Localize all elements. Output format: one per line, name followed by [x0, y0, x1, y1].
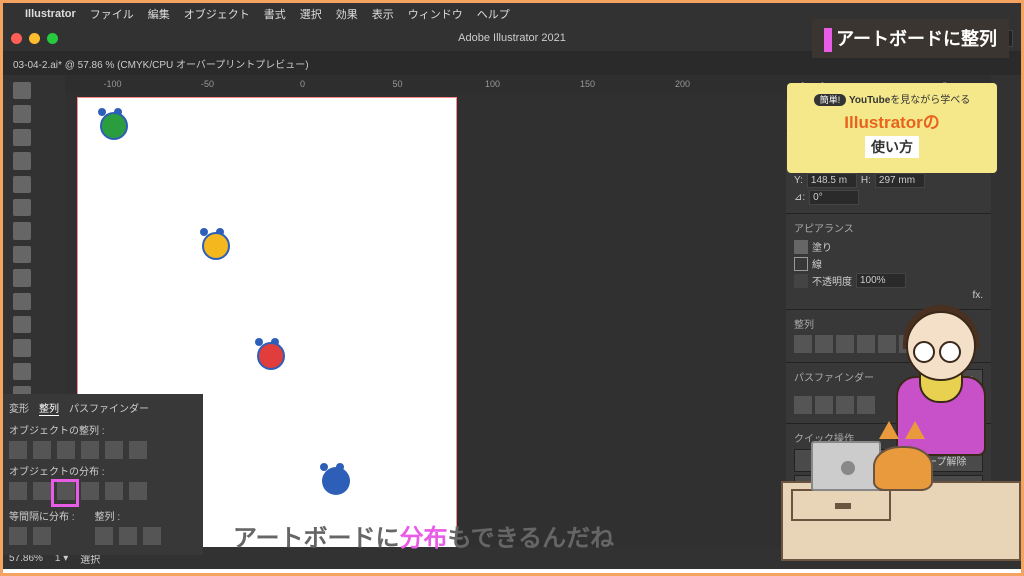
align-bottom-icon[interactable]	[129, 441, 147, 459]
app-name[interactable]: Illustrator	[25, 8, 76, 20]
selection-tool[interactable]	[13, 82, 31, 99]
menu-effect[interactable]: 効果	[336, 6, 358, 22]
menu-view[interactable]: 表示	[372, 6, 394, 22]
dist-hleft-icon[interactable]	[81, 482, 99, 500]
menu-object[interactable]: オブジェクト	[184, 6, 250, 22]
align-to-key-icon[interactable]	[119, 527, 137, 545]
menu-edit[interactable]: 編集	[148, 6, 170, 22]
ruler-mark: 150	[540, 79, 635, 89]
fill-swatch[interactable]	[794, 240, 808, 254]
video-title-text: アートボードに整列	[836, 29, 997, 49]
card-tag: 使い方	[865, 136, 919, 158]
ruler-mark: 200	[635, 79, 730, 89]
close-icon[interactable]	[11, 33, 22, 44]
card-youtube: YouTube	[849, 95, 890, 106]
distribute-objects-label: オブジェクトの分布 :	[9, 463, 197, 478]
ruler-mark: 100	[445, 79, 540, 89]
dist-vtop-icon[interactable]	[9, 482, 27, 500]
dist-hcenter-icon[interactable]	[105, 482, 123, 500]
align-objects-label: オブジェクトの整列 :	[9, 422, 197, 437]
ruler-mark: 50	[350, 79, 445, 89]
tab-align[interactable]: 整列	[39, 400, 59, 416]
scale-tool[interactable]	[13, 363, 31, 380]
cat-illustration	[873, 431, 943, 491]
appearance-header: アピアランス	[794, 220, 983, 235]
menu-help[interactable]: ヘルプ	[477, 6, 510, 22]
align-left-icon[interactable]	[9, 441, 27, 459]
minimize-icon[interactable]	[29, 33, 40, 44]
tab-pathfinder[interactable]: パスファインダー	[69, 400, 149, 416]
caption-emphasis: 分布	[400, 525, 448, 552]
card-subtitle: を見ながら学べる	[890, 95, 970, 106]
artwork-object[interactable]	[253, 338, 289, 374]
ruler-mark: -100	[65, 79, 160, 89]
artwork-object[interactable]	[198, 228, 234, 264]
distribute-spacing-label: 等間隔に分布 :	[9, 508, 75, 523]
align-right-icon[interactable]	[57, 441, 75, 459]
align-to-label: 整列 :	[95, 508, 161, 523]
rotate-tool[interactable]	[13, 339, 31, 356]
tab-transform[interactable]: 変形	[9, 400, 29, 416]
document-tab[interactable]: 03-04-2.ai* @ 57.86 % (CMYK/CPU オーバープリント…	[13, 56, 309, 71]
tutorial-card: 簡単! YouTubeを見ながら学べる Illustratorの 使い方	[787, 83, 997, 173]
dist-hspace-icon[interactable]	[33, 527, 51, 545]
laptop-icon	[811, 441, 881, 491]
caption-part: アートボードに	[233, 525, 400, 552]
highlight-marker	[51, 479, 79, 507]
menu-file[interactable]: ファイル	[90, 6, 134, 22]
lasso-tool[interactable]	[13, 152, 31, 169]
stroke-swatch[interactable]	[794, 257, 808, 271]
artwork-object[interactable]	[96, 108, 132, 144]
fill-label: 塗り	[812, 239, 832, 254]
video-caption: アートボードに分布もできるんだね	[233, 518, 614, 553]
menu-window[interactable]: ウィンドウ	[408, 6, 463, 22]
artwork-object[interactable]	[318, 463, 354, 499]
video-title-overlay: アートボードに整列	[812, 19, 1009, 58]
magic-wand-tool[interactable]	[13, 129, 31, 146]
menu-type[interactable]: 書式	[264, 6, 286, 22]
dist-vspace-icon[interactable]	[9, 527, 27, 545]
brush-tool[interactable]	[13, 269, 31, 286]
caption-part: もできるんだね	[448, 525, 615, 552]
stroke-label: 線	[812, 256, 822, 271]
align-top-icon[interactable]	[81, 441, 99, 459]
angle-input[interactable]	[809, 190, 859, 205]
h-input[interactable]	[875, 173, 925, 188]
ruler-mark: -50	[160, 79, 255, 89]
align-vcenter-icon[interactable]	[105, 441, 123, 459]
illustration	[781, 281, 1011, 561]
align-hcenter-icon[interactable]	[33, 441, 51, 459]
ruler-horizontal: -100 -50 0 50 100 150 200	[65, 75, 786, 93]
eraser-tool[interactable]	[13, 316, 31, 333]
ruler-mark: 0	[255, 79, 350, 89]
align-panel: 変形 整列 パスファインダー オブジェクトの整列 : オブジェクトの分布 : 等…	[3, 394, 203, 555]
align-to-artboard-icon[interactable]	[143, 527, 161, 545]
align-to-selection-icon[interactable]	[95, 527, 113, 545]
maximize-icon[interactable]	[47, 33, 58, 44]
card-title: Illustratorの	[795, 108, 989, 133]
direct-selection-tool[interactable]	[13, 105, 31, 122]
type-tool[interactable]	[13, 199, 31, 216]
window-title: Adobe Illustrator 2021	[458, 32, 566, 44]
badge: 簡単!	[814, 94, 847, 106]
line-tool[interactable]	[13, 222, 31, 239]
pencil-tool[interactable]	[13, 293, 31, 310]
dist-hright-icon[interactable]	[129, 482, 147, 500]
y-input[interactable]	[807, 173, 857, 188]
dist-vcenter-icon[interactable]	[33, 482, 51, 500]
rectangle-tool[interactable]	[13, 246, 31, 263]
menu-select[interactable]: 選択	[300, 6, 322, 22]
pen-tool[interactable]	[13, 176, 31, 193]
